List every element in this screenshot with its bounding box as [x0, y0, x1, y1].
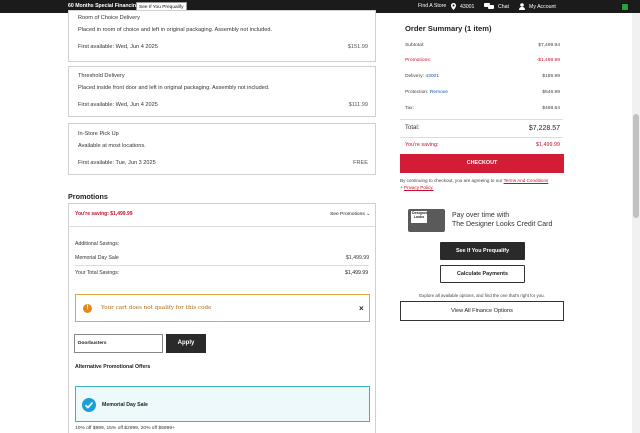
divider — [69, 226, 375, 227]
chat-icon — [484, 3, 494, 9]
delivery-price: $111.99 — [348, 102, 368, 108]
total-savings-value: $1,499.99 — [345, 270, 369, 276]
alt-offers-heading: Alternative Promotional Offers — [75, 364, 151, 370]
chevron-down-icon: ⌄ — [366, 212, 371, 217]
check-icon — [82, 398, 96, 412]
delivery-first-available: First available: Wed, Jun 4 2025 — [78, 102, 158, 108]
summary-promotions: Promotions: -$1,499.99 — [405, 58, 560, 63]
find-store-label: Find A Store — [418, 3, 447, 9]
scrollbar-track[interactable] — [632, 13, 640, 433]
privacy-link[interactable]: Privacy Policy. — [404, 185, 434, 190]
total-savings-label: Your Total Savings: — [75, 270, 120, 276]
promo-code-input[interactable]: Doorbusters — [74, 334, 163, 353]
promotions-panel: You're saving: $1,499.99 See Promotions … — [68, 203, 376, 433]
additional-savings-label: Additional Savings: — [75, 241, 120, 247]
chat-link[interactable]: Chat — [484, 3, 509, 10]
alt-offer-card[interactable]: Memorial Day Sale — [75, 386, 370, 422]
divider — [400, 137, 563, 138]
promotions-heading: Promotions — [68, 192, 108, 201]
divider — [400, 119, 563, 120]
credit-card-pitch: Pay over time with The Designer Looks Cr… — [452, 212, 553, 228]
calculate-payments-button[interactable]: Calculate Payments — [440, 265, 525, 283]
sale-value: $1,499.99 — [346, 255, 370, 261]
designer-looks-logo: Designer Looks — [411, 211, 427, 223]
finance-explore-text: Explore all available options, and find … — [419, 293, 545, 298]
summary-saving: You're saving: $1,499.99 — [405, 142, 560, 148]
warning-text: Your cart does not qualify for this code — [101, 305, 212, 311]
checkout-legal: By continuing to checkout, you are agree… — [400, 178, 549, 190]
delivery-desc: Placed in room of choice and left in ori… — [78, 27, 273, 33]
apply-button[interactable]: Apply — [166, 334, 206, 353]
view-finance-options-button[interactable]: View All Finance Options — [400, 301, 564, 321]
delivery-first-available: First available: Tue, Jun 3 2025 — [78, 160, 156, 166]
delivery-option-threshold[interactable]: Threshold Delivery Placed inside front d… — [68, 66, 376, 117]
delivery-price: FREE — [353, 160, 368, 166]
zip-label: 43001 — [460, 3, 475, 10]
delivery-first-available: First available: Wed, Jun 4 2025 — [78, 44, 158, 50]
see-promotions-link[interactable]: See Promotions ⌄ — [330, 211, 370, 217]
find-store-link[interactable]: Find A Store — [418, 3, 446, 9]
alert-icon: ! — [83, 304, 92, 313]
user-icon — [519, 3, 525, 10]
summary-tax: Tax: $488.64 — [405, 106, 560, 111]
close-icon[interactable]: × — [359, 304, 364, 313]
summary-protection: Protection: Remove $549.99 — [405, 90, 560, 95]
delivery-title: Threshold Delivery — [78, 73, 125, 79]
store-zip-link[interactable]: 43001 — [451, 3, 474, 10]
delivery-option-room-of-choice[interactable]: Room of Choice Delivery Placed in room o… — [68, 10, 376, 62]
location-pin-icon — [451, 3, 456, 10]
delivery-option-in-store-pickup[interactable]: In-Store Pick Up Available at most locat… — [68, 123, 376, 175]
financing-promo: 60 Months Special Financing* — [68, 3, 142, 9]
promo-warning: ! Your cart does not qualify for this co… — [75, 294, 370, 322]
delivery-title: In-Store Pick Up — [78, 131, 119, 137]
delivery-desc: Placed inside front door and left in ori… — [78, 85, 270, 91]
delivery-title: Room of Choice Delivery — [78, 15, 140, 21]
status-indicator — [621, 3, 629, 11]
order-summary-heading: Order Summary (1 item) — [405, 24, 492, 33]
alt-offer-title: Memorial Day Sale — [102, 402, 148, 408]
account-label: My Account — [529, 3, 556, 10]
promo-saving: You're saving: $1,499.99 — [75, 211, 133, 217]
alt-offer-terms: 10% off $999, 15% off $2999, 20% off $59… — [75, 426, 175, 431]
protection-remove-link[interactable]: Remove — [430, 90, 448, 95]
summary-delivery: Delivery: 43001 $189.99 — [405, 74, 560, 79]
sale-label: Memorial Day Sale — [75, 255, 119, 261]
terms-link[interactable]: Terms And Conditions — [504, 178, 549, 183]
summary-total: Total: $7,228.57 — [405, 125, 560, 132]
prequalify-button[interactable]: See If You Prequalify — [440, 242, 525, 260]
chat-label: Chat — [498, 3, 509, 10]
delivery-zip-link[interactable]: 43001 — [425, 74, 439, 79]
delivery-price: $151.99 — [347, 44, 368, 50]
account-link[interactable]: My Account — [519, 3, 556, 10]
credit-card-image: Designer Looks — [408, 209, 445, 232]
summary-subtotal: Subtotal: $7,499.94 — [405, 43, 560, 48]
delivery-desc: Available at most locations. — [78, 143, 146, 149]
checkout-button[interactable]: CHECKOUT — [400, 154, 564, 173]
divider — [75, 265, 369, 266]
scrollbar-thumb[interactable] — [633, 114, 639, 218]
